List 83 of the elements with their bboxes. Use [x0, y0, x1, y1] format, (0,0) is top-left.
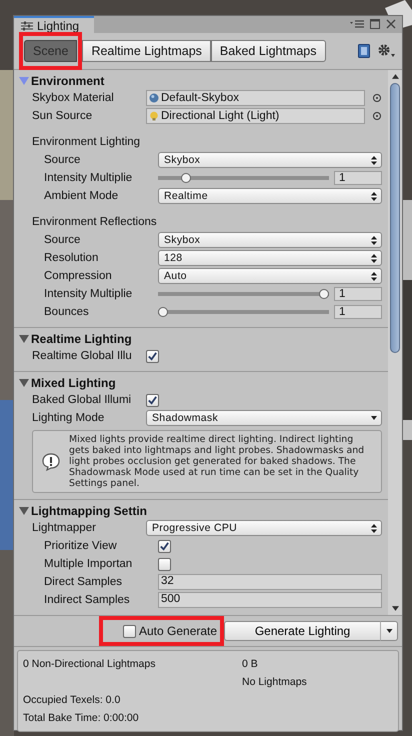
sliders-icon [21, 20, 33, 30]
checkbox[interactable] [123, 624, 136, 638]
sphere-icon [149, 93, 159, 103]
window-tab[interactable]: Lighting [14, 16, 94, 33]
dropdown[interactable]: Skybox [158, 232, 382, 248]
subheading: Environment Lighting [32, 136, 140, 148]
updown-arrow-icon [371, 272, 377, 280]
field-label: Skybox Material [32, 92, 115, 104]
menu-icon[interactable] [350, 20, 364, 28]
slider-thumb[interactable] [319, 289, 329, 299]
dropdown[interactable]: Skybox [158, 152, 382, 168]
scrollbar[interactable] [388, 70, 402, 615]
section-title: Lightmapping Settin [31, 504, 147, 518]
stat-text: Total Bake Time: 0:00:00 [23, 712, 139, 724]
field-label: Baked Global Illumi [32, 394, 132, 406]
exclamation-icon [41, 452, 61, 472]
number-field[interactable]: 32 [158, 574, 382, 590]
help-book-icon[interactable] [358, 44, 370, 58]
stat-text: Occupied Texels: 0.0 [23, 694, 120, 706]
expanded-arrow-icon[interactable] [19, 379, 29, 387]
tab[interactable]: Realtime Lightmaps [82, 40, 211, 62]
checkbox[interactable] [158, 540, 171, 552]
gear-icon[interactable] [378, 44, 396, 58]
scrollbar-thumb[interactable] [390, 83, 400, 353]
object-field[interactable]: Default-Skybox [146, 90, 365, 106]
updown-arrow-icon [371, 192, 377, 200]
section-title: Environment [31, 74, 104, 88]
tab[interactable]: Baked Lightmaps [210, 40, 326, 62]
updown-arrow-icon [371, 236, 377, 244]
expanded-arrow-icon[interactable] [19, 335, 29, 343]
field-label: Sun Source [32, 110, 94, 122]
maximize-icon[interactable] [370, 19, 380, 29]
field-label: Prioritize View [44, 540, 118, 552]
dropdown-button[interactable] [380, 621, 398, 641]
caret-icon [386, 629, 392, 633]
dropdown[interactable]: 128 [158, 250, 382, 266]
help-text: Mixed lights provide realtime direct lighting. Indirect lighting gets baked into lightmaps and light probes. Shadowmasks and light probes occlusion get generated for baked shadows. The Shadowmask Mode used at run time can be set in the Quality Settings panel. [69, 434, 366, 489]
section-title: Realtime Lighting [31, 332, 132, 346]
slider-thumb[interactable] [158, 307, 168, 317]
field-label: Intensity Multiplie [44, 288, 134, 300]
number-field[interactable]: 1 [334, 287, 382, 301]
field-label: Intensity Multiplie [44, 172, 134, 184]
stat-text: 0 B [242, 658, 258, 670]
dropdown[interactable]: Auto [158, 268, 382, 284]
field-label: Source [44, 234, 82, 246]
field-label: Compression [44, 270, 113, 282]
stat-text: 0 Non-Directional Lightmaps [23, 658, 156, 670]
subheading: Environment Reflections [32, 216, 157, 228]
section-title: Mixed Lighting [31, 376, 116, 390]
number-field[interactable]: 500 [158, 592, 382, 608]
checkbox[interactable] [146, 350, 159, 362]
close-icon[interactable] [386, 19, 396, 29]
number-field[interactable]: 1 [334, 171, 382, 185]
checkbox[interactable] [158, 558, 171, 570]
light-icon [149, 111, 159, 121]
window-title: Lighting [37, 18, 80, 32]
field-label: Indirect Samples [44, 594, 131, 606]
dropdown[interactable]: Realtime [158, 188, 382, 204]
field-label: Multiple Importan [44, 558, 134, 570]
expanded-arrow-icon[interactable] [19, 507, 29, 515]
number-field[interactable]: 1 [334, 305, 382, 319]
generate-button[interactable]: Generate Lighting [224, 621, 380, 641]
caret-icon [371, 416, 377, 420]
field-label: Resolution [44, 252, 100, 264]
dropdown[interactable]: Shadowmask [146, 410, 382, 426]
field-label: Realtime Global Illu [32, 350, 133, 362]
updown-arrow-icon [371, 156, 377, 164]
slider-thumb[interactable] [180, 173, 191, 183]
object-field[interactable]: Directional Light (Light) [146, 108, 365, 124]
down-arrow-icon[interactable] [392, 606, 398, 611]
dropdown[interactable]: Progressive CPU [146, 520, 382, 536]
field-label: Direct Samples [44, 576, 123, 588]
field-label: Lighting Mode [32, 412, 106, 424]
field-label: Source [44, 154, 82, 166]
field-label: Lightmapper [32, 522, 97, 534]
checkbox-label: Auto Generate [139, 624, 218, 638]
stat-text: No Lightmaps [242, 676, 307, 688]
field-label: Ambient Mode [44, 190, 120, 202]
updown-arrow-icon [371, 524, 377, 532]
updown-arrow-icon [371, 254, 377, 262]
up-arrow-icon[interactable] [392, 74, 398, 79]
checkbox[interactable] [146, 394, 159, 406]
field-label: Bounces [44, 306, 90, 318]
